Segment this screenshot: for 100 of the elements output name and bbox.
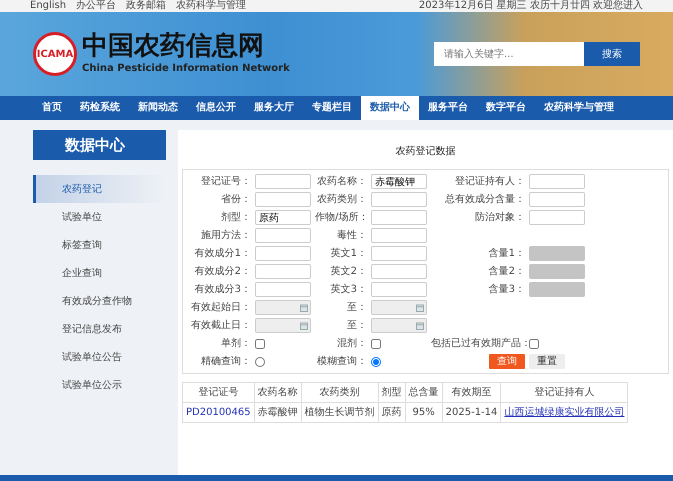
sidebar-item[interactable]: 试验单位: [33, 203, 166, 231]
table-cell: 2025-1-14: [442, 402, 501, 422]
sidebar-item[interactable]: 有效成分查作物: [33, 287, 166, 315]
nav-tab[interactable]: 首页: [33, 96, 71, 120]
table-cell: 原药: [378, 402, 406, 422]
field-label: 毒性：: [336, 228, 367, 243]
site-subtitle: China Pesticide Information Network: [82, 62, 290, 76]
field-label: 农药类别：: [316, 192, 367, 207]
field-label: 至：: [346, 319, 367, 333]
field-label: 登记证持有人：: [454, 174, 525, 189]
sidebar-item[interactable]: 标签查询: [33, 231, 166, 259]
nav-tab[interactable]: 农药科学与管理: [535, 96, 623, 120]
search-field[interactable]: 请输入关键字...: [434, 42, 584, 66]
field-label: 单剂：: [220, 336, 251, 351]
field-label: 模糊查询：: [316, 354, 367, 369]
date-field[interactable]: [371, 300, 427, 315]
date-field[interactable]: [255, 318, 311, 333]
input-field[interactable]: [371, 210, 427, 225]
field-label: 含量1：: [488, 246, 525, 261]
top-link[interactable]: 农药科学与管理: [176, 0, 246, 12]
input-field[interactable]: [371, 192, 427, 207]
field-label: 英文2：: [330, 264, 367, 279]
field-label: 精确查询：: [200, 354, 251, 369]
radio-button[interactable]: [255, 356, 265, 366]
input-field[interactable]: [255, 192, 311, 207]
column-header: 有效期至: [442, 382, 501, 402]
input-field[interactable]: 赤霉酸钾: [371, 174, 427, 189]
top-link[interactable]: 政务邮箱: [126, 0, 166, 12]
field-label: 省份：: [220, 192, 251, 207]
calendar-icon: [300, 304, 308, 312]
nav-tab[interactable]: 新闻动态: [129, 96, 187, 120]
table-cell: 赤霉酸钾: [254, 402, 302, 422]
calendar-icon: [416, 304, 424, 312]
field-label: 防治对象：: [474, 210, 525, 225]
input-field[interactable]: [255, 228, 311, 243]
checkbox[interactable]: [371, 338, 381, 348]
input-field[interactable]: [371, 246, 427, 261]
logo-mark: ICAMA: [33, 32, 77, 76]
field-label: 有效成分3：: [194, 282, 251, 297]
nav-tab[interactable]: 服务大厅: [245, 96, 303, 120]
table-cell: 95%: [405, 402, 442, 422]
sidebar-title: 数据中心: [33, 130, 166, 160]
reset-button[interactable]: 重置: [529, 354, 565, 369]
input-field[interactable]: [371, 282, 427, 297]
column-header: 剂型: [378, 382, 406, 402]
input-field[interactable]: [529, 192, 585, 207]
page-title: 农药登记数据: [394, 144, 456, 159]
sidebar-item[interactable]: 试验单位公告: [33, 343, 166, 371]
input-field[interactable]: [529, 246, 585, 261]
sidebar-item[interactable]: 试验单位公示: [33, 371, 166, 399]
date-field[interactable]: [255, 300, 311, 315]
field-label: 有效成分2：: [194, 264, 251, 279]
field-label: 作物/场所：: [315, 210, 367, 225]
top-link[interactable]: 办公平台: [76, 0, 116, 12]
input-field[interactable]: [529, 174, 585, 189]
field-label: 至：: [346, 301, 367, 315]
nav-tab[interactable]: 信息公开: [187, 96, 245, 120]
column-header: 登记证号: [182, 382, 254, 402]
input-field[interactable]: [371, 228, 427, 243]
input-field[interactable]: [255, 264, 311, 279]
site-title: 中国农药信息网: [82, 32, 265, 61]
input-field[interactable]: 原药: [255, 210, 311, 225]
field-label: 含量2：: [488, 264, 525, 279]
nav-tab[interactable]: 药检系统: [71, 96, 129, 120]
radio-button[interactable]: [371, 356, 381, 366]
column-header: 农药类别: [301, 382, 378, 402]
calendar-icon: [300, 322, 308, 330]
field-label: 有效成分1：: [194, 246, 251, 261]
field-label: 含量3：: [488, 282, 525, 297]
field-label: 英文3：: [330, 282, 367, 297]
field-label: 有效起始日：: [190, 300, 251, 315]
input-field[interactable]: [529, 282, 585, 297]
field-label: 农药名称：: [316, 174, 367, 189]
input-field[interactable]: [529, 264, 585, 279]
checkbox[interactable]: [529, 338, 539, 348]
field-label: 施用方法：: [200, 228, 251, 243]
field-label: 登记证号：: [200, 175, 251, 189]
field-label: 总有效成分含量：: [444, 192, 525, 207]
column-header: 农药名称: [254, 382, 302, 402]
field-label: 包括已过有效期产品：: [431, 336, 525, 351]
input-field[interactable]: [255, 174, 311, 189]
column-header: 登记证持有人: [500, 382, 628, 402]
field-label: 混剂：: [336, 336, 367, 351]
top-link[interactable]: English: [30, 0, 66, 12]
nav-tab[interactable]: 数据中心: [361, 96, 419, 120]
field-label: 剂型：: [220, 210, 251, 225]
sidebar-item[interactable]: 登记信息发布: [33, 315, 166, 343]
input-field[interactable]: [255, 282, 311, 297]
input-field[interactable]: [529, 210, 585, 225]
field-label: 英文1：: [330, 246, 367, 261]
input-field[interactable]: [255, 246, 311, 261]
nav-tab[interactable]: 专题栏目: [303, 96, 361, 120]
sidebar-item[interactable]: 企业查询: [33, 259, 166, 287]
date-field[interactable]: [371, 318, 427, 333]
calendar-icon: [416, 322, 424, 330]
checkbox[interactable]: [255, 338, 265, 348]
nav-tab[interactable]: 数字平台: [477, 96, 535, 120]
search-button[interactable]: 搜索: [584, 42, 640, 66]
nav-tab[interactable]: 服务平台: [419, 96, 477, 120]
input-field[interactable]: [371, 264, 427, 279]
